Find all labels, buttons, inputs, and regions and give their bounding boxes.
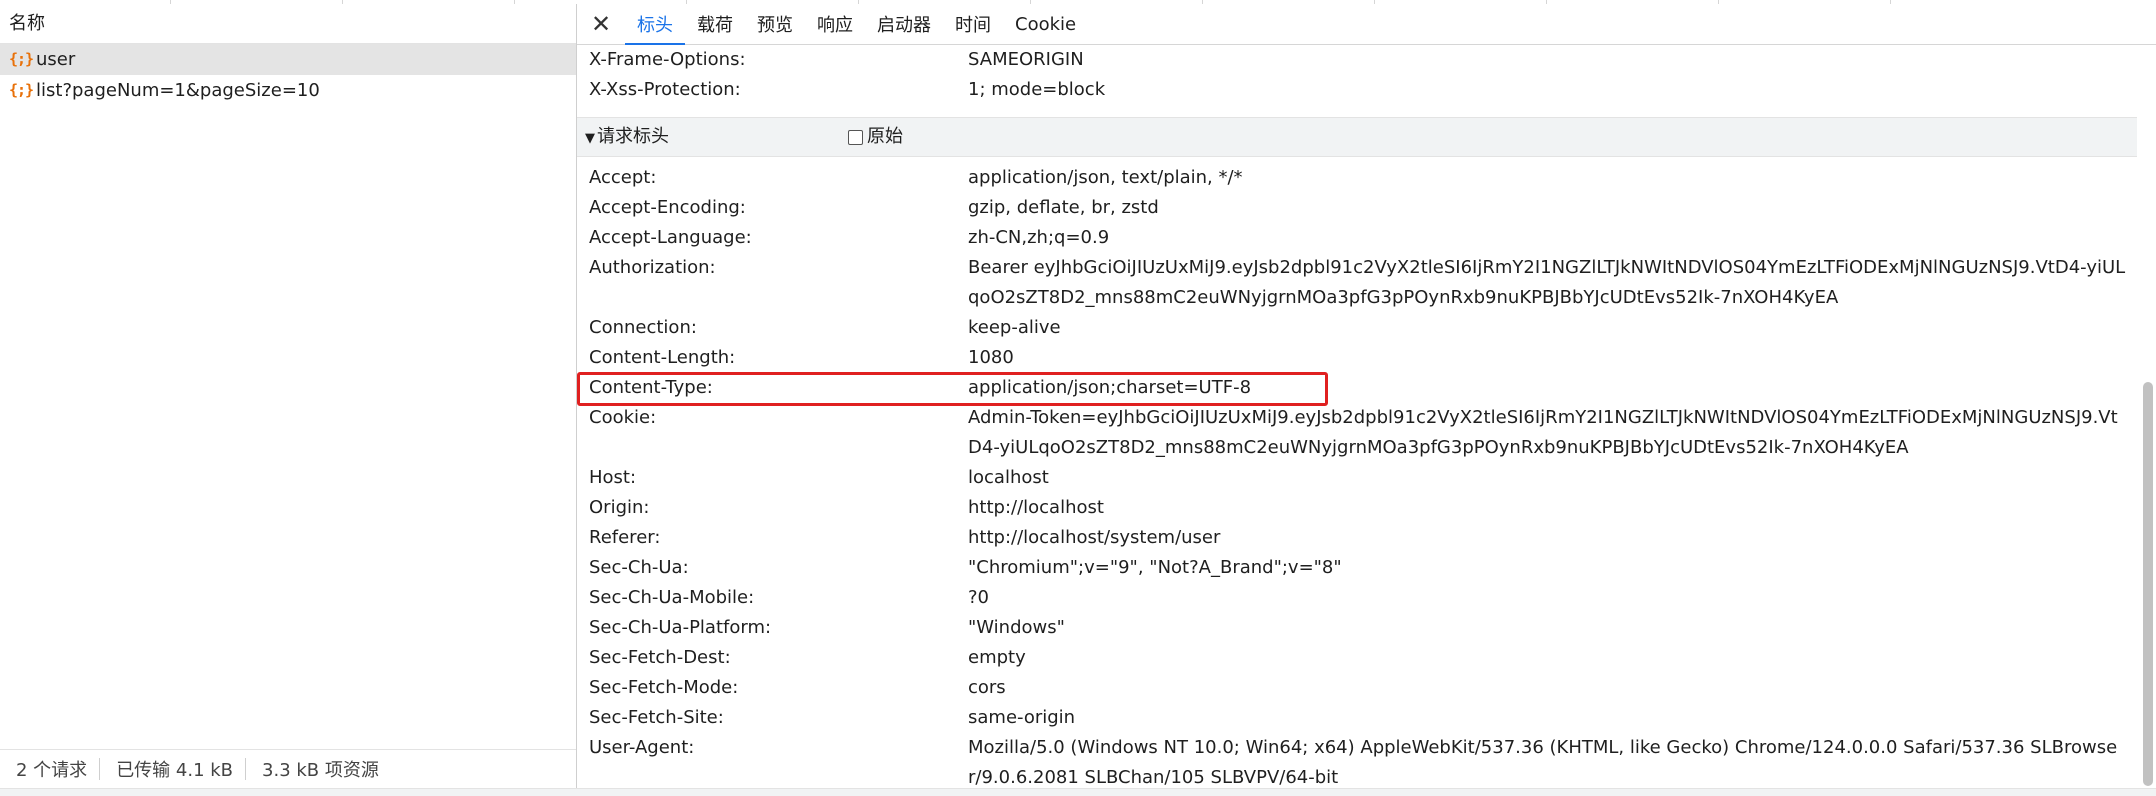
request-item-list[interactable]: {;} list?pageNum=1&pageSize=10 bbox=[0, 75, 576, 106]
header-value: 1080 bbox=[968, 347, 1014, 368]
header-name: Sec-Ch-Ua-Platform: bbox=[589, 617, 772, 638]
request-item-label: user bbox=[36, 49, 76, 70]
header-name: Sec-Ch-Ua: bbox=[589, 557, 689, 578]
header-value: "Windows" bbox=[968, 617, 1065, 638]
close-icon[interactable]: ✕ bbox=[577, 4, 625, 44]
header-row: Cookie: Admin-Token=eyJhbGciOiJIUzUxMiJ9… bbox=[577, 403, 2137, 463]
header-row: Host: localhost bbox=[577, 463, 2137, 493]
detail-tabs: ✕ 标头 载荷 预览 响应 启动器 时间 Cookie bbox=[577, 4, 2156, 45]
header-value: Admin-Token=eyJhbGciOiJIUzUxMiJ9.eyJsb2d… bbox=[968, 407, 2118, 458]
vertical-scrollbar[interactable] bbox=[2140, 45, 2156, 789]
name-column-header[interactable]: 名称 bbox=[0, 4, 576, 44]
header-name: Accept-Language: bbox=[589, 227, 752, 248]
header-row: Authorization: Bearer eyJhbGciOiJIUzUxMi… bbox=[577, 253, 2137, 313]
header-value: same-origin bbox=[968, 707, 1076, 728]
header-row: Sec-Fetch-Mode: cors bbox=[577, 673, 2137, 703]
tab-preview[interactable]: 预览 bbox=[745, 4, 805, 44]
header-value: Mozilla/5.0 (Windows NT 10.0; Win64; x64… bbox=[968, 737, 2118, 788]
header-value: Bearer eyJhbGciOiJIUzUxMiJ9.eyJsb2dpbl91… bbox=[968, 257, 2126, 308]
header-value: SAMEORIGIN bbox=[968, 49, 1084, 70]
status-bar: 2 个请求 已传输 4.1 kB 3.3 kB 项资源 bbox=[0, 749, 576, 788]
request-headers-section-header: ▼ 请求标头 原始 bbox=[577, 117, 2137, 157]
header-name: Accept-Encoding: bbox=[589, 197, 746, 218]
header-name: Sec-Ch-Ua-Mobile: bbox=[589, 587, 755, 608]
header-row: Sec-Ch-Ua: "Chromium";v="9", "Not?A_Bran… bbox=[577, 553, 2137, 583]
header-value: application/json, text/plain, */* bbox=[968, 167, 1243, 188]
header-value: empty bbox=[968, 647, 1026, 668]
header-value: gzip, deflate, br, zstd bbox=[968, 197, 1159, 218]
header-row: Sec-Fetch-Site: same-origin bbox=[577, 703, 2137, 733]
header-value: localhost bbox=[968, 467, 1049, 488]
header-row: Connection: keep-alive bbox=[577, 313, 2137, 343]
header-value: ?0 bbox=[968, 587, 990, 608]
header-value: zh-CN,zh;q=0.9 bbox=[968, 227, 1110, 248]
header-value: http://localhost bbox=[968, 497, 1104, 518]
header-row: Origin: http://localhost bbox=[577, 493, 2137, 523]
request-count: 2 个请求 bbox=[16, 760, 88, 781]
request-list-panel: 名称 {;} user {;} list?pageNum=1&pageSize=… bbox=[0, 4, 577, 796]
tab-payload[interactable]: 载荷 bbox=[685, 4, 745, 44]
header-value: 1; mode=block bbox=[968, 79, 1106, 100]
header-name: X-Xss-Protection: bbox=[589, 79, 741, 100]
tab-response[interactable]: 响应 bbox=[805, 4, 865, 44]
header-name: Cookie: bbox=[589, 407, 657, 428]
header-name: Content-Length: bbox=[589, 347, 736, 368]
header-name: Sec-Fetch-Site: bbox=[589, 707, 724, 728]
raw-checkbox[interactable] bbox=[848, 129, 863, 145]
header-name: Sec-Fetch-Mode: bbox=[589, 677, 739, 698]
request-item-label: list?pageNum=1&pageSize=10 bbox=[36, 80, 320, 101]
raw-label: 原始 bbox=[867, 126, 903, 147]
header-name: X-Frame-Options: bbox=[589, 49, 746, 70]
tab-initiator[interactable]: 启动器 bbox=[865, 4, 943, 44]
raw-checkbox-wrapper[interactable]: 原始 bbox=[848, 118, 903, 156]
header-row: Content-Length: 1080 bbox=[577, 343, 2137, 373]
header-row-highlighted: Content-Type: application/json;charset=U… bbox=[577, 372, 2137, 406]
devtools-network-panel: 名称 {;} user {;} list?pageNum=1&pageSize=… bbox=[0, 0, 2156, 796]
transferred-size: 已传输 4.1 kB bbox=[116, 760, 234, 781]
header-name: Accept: bbox=[589, 167, 657, 188]
tab-headers[interactable]: 标头 bbox=[625, 4, 685, 45]
header-name: Authorization: bbox=[589, 257, 716, 278]
header-name: Sec-Fetch-Dest: bbox=[589, 647, 731, 668]
header-name: Origin: bbox=[589, 497, 650, 518]
header-value: keep-alive bbox=[968, 317, 1061, 338]
header-value: application/json;charset=UTF-8 bbox=[968, 377, 1252, 398]
section-title: 请求标头 bbox=[597, 126, 669, 147]
request-detail-panel: ✕ 标头 载荷 预览 响应 启动器 时间 Cookie X-Frame-Opti… bbox=[577, 4, 2156, 789]
tab-timing[interactable]: 时间 bbox=[943, 4, 1003, 44]
header-value: "Chromium";v="9", "Not?A_Brand";v="8" bbox=[968, 557, 1342, 578]
header-name: Content-Type: bbox=[589, 377, 713, 398]
header-row: Sec-Fetch-Dest: empty bbox=[577, 643, 2137, 673]
header-row: X-Xss-Protection: 1; mode=block bbox=[577, 75, 2137, 105]
header-row: Referer: http://localhost/system/user bbox=[577, 523, 2137, 553]
request-headers-toggle[interactable]: ▼ 请求标头 bbox=[585, 118, 669, 158]
resources-size: 3.3 kB 项资源 bbox=[262, 760, 379, 781]
header-name: Referer: bbox=[589, 527, 661, 548]
triangle-down-icon: ▼ bbox=[585, 131, 595, 146]
header-row: X-Frame-Options: SAMEORIGIN bbox=[577, 45, 2137, 75]
header-row: User-Agent: Mozilla/5.0 (Windows NT 10.0… bbox=[577, 733, 2137, 789]
header-name: User-Agent: bbox=[589, 737, 695, 758]
tab-cookies[interactable]: Cookie bbox=[1003, 4, 1088, 44]
header-row: Accept-Language: zh-CN,zh;q=0.9 bbox=[577, 223, 2137, 253]
request-item-user[interactable]: {;} user bbox=[0, 44, 576, 75]
header-name: Host: bbox=[589, 467, 637, 488]
header-value: http://localhost/system/user bbox=[968, 527, 1221, 548]
header-row: Accept: application/json, text/plain, */… bbox=[577, 163, 2137, 193]
bottom-edge bbox=[0, 788, 2156, 796]
header-row: Sec-Ch-Ua-Mobile: ?0 bbox=[577, 583, 2137, 613]
header-value: cors bbox=[968, 677, 1006, 698]
headers-content: X-Frame-Options: SAMEORIGIN X-Xss-Protec… bbox=[577, 45, 2137, 789]
header-row: Sec-Ch-Ua-Platform: "Windows" bbox=[577, 613, 2137, 643]
header-name: Connection: bbox=[589, 317, 697, 338]
json-file-icon: {;} bbox=[9, 50, 34, 68]
header-row: Accept-Encoding: gzip, deflate, br, zstd bbox=[577, 193, 2137, 223]
json-file-icon: {;} bbox=[9, 81, 34, 99]
scrollbar-thumb[interactable] bbox=[2143, 382, 2153, 786]
